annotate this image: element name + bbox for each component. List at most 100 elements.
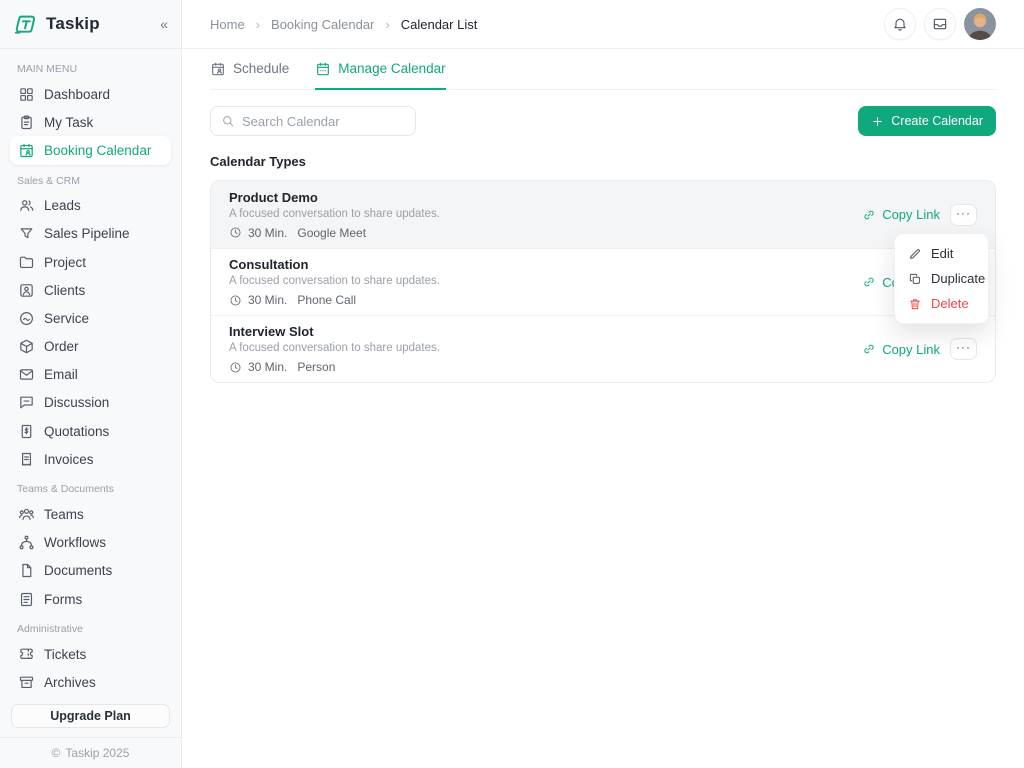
sidebar-item-documents[interactable]: Documents: [10, 557, 171, 585]
sidebar-item-workflows[interactable]: Workflows: [10, 529, 171, 557]
sidebar-item-settings[interactable]: Settings: [10, 697, 171, 701]
more-options-button[interactable]: ···: [950, 338, 977, 360]
tab-label: Manage Calendar: [338, 61, 445, 76]
sidebar-item-service[interactable]: Service: [10, 304, 171, 332]
copy-link-button[interactable]: Copy Link: [862, 342, 940, 357]
sidebar-item-discussion[interactable]: Discussion: [10, 389, 171, 417]
sidebar-item-archives[interactable]: Archives: [10, 668, 171, 696]
row-context-menu: Edit Duplicate Delete: [894, 233, 989, 324]
taskip-logo-icon: [13, 12, 38, 37]
calendar-list: Product Demo A focused conversation to s…: [210, 180, 996, 383]
create-calendar-button[interactable]: Create Calendar: [858, 106, 996, 136]
sidebar-item-clients[interactable]: Clients: [10, 276, 171, 304]
sidebar-item-tickets[interactable]: Tickets: [10, 640, 171, 668]
menu-item-duplicate[interactable]: Duplicate: [895, 266, 988, 291]
sidebar-item-sales-pipeline[interactable]: Sales Pipeline: [10, 220, 171, 248]
copy-link-button[interactable]: Copy Link: [862, 207, 940, 222]
calendar-title: Product Demo: [229, 190, 440, 205]
sidebar-item-quotations[interactable]: Quotations: [10, 417, 171, 445]
service-icon: [18, 310, 35, 327]
calendar-method: Phone Call: [297, 293, 356, 307]
client-card-icon: [18, 282, 35, 299]
clock-icon: [229, 226, 242, 239]
copyright-icon: ©: [52, 746, 61, 760]
inbox-button[interactable]: [924, 8, 956, 40]
sidebar-logo-row: Taskip «: [0, 0, 181, 49]
calendar-meta: 30 Min. Phone Call: [229, 293, 440, 307]
sidebar: Taskip « MAIN MENU Dashboard My Task Boo…: [0, 0, 182, 768]
sidebar-item-label: Project: [44, 255, 86, 270]
menu-item-edit[interactable]: Edit: [895, 241, 988, 266]
link-icon: [862, 275, 876, 289]
funnel-icon: [18, 225, 35, 242]
sidebar-item-my-task[interactable]: My Task: [10, 108, 171, 136]
sidebar-item-dashboard[interactable]: Dashboard: [10, 80, 171, 108]
breadcrumb-booking-calendar[interactable]: Booking Calendar: [271, 17, 374, 32]
calendar-duration: 30 Min.: [248, 226, 287, 240]
dashboard-icon: [18, 86, 35, 103]
calendar-meta: 30 Min. Google Meet: [229, 226, 440, 240]
calendar-meta: 30 Min. Person: [229, 360, 440, 374]
section-label-administrative: Administrative: [17, 623, 164, 635]
sidebar-item-leads[interactable]: Leads: [10, 192, 171, 220]
page-title: Calendar Types: [210, 154, 996, 169]
search-input[interactable]: [242, 114, 405, 129]
sidebar-item-invoices[interactable]: Invoices: [10, 445, 171, 473]
user-avatar[interactable]: [964, 8, 996, 40]
sidebar-item-label: Clients: [44, 283, 85, 298]
sidebar-nav: MAIN MENU Dashboard My Task Booking Cale…: [0, 49, 181, 701]
breadcrumb: Home › Booking Calendar › Calendar List: [210, 17, 477, 32]
sidebar-item-project[interactable]: Project: [10, 248, 171, 276]
sidebar-item-forms[interactable]: Forms: [10, 585, 171, 613]
calendar-description: A focused conversation to share updates.: [229, 208, 440, 220]
ticket-icon: [18, 646, 35, 663]
tab-bar: Schedule Manage Calendar: [210, 49, 996, 90]
sidebar-item-order[interactable]: Order: [10, 333, 171, 361]
row-info: Interview Slot A focused conversation to…: [229, 324, 440, 374]
sidebar-item-booking-calendar[interactable]: Booking Calendar: [10, 136, 171, 164]
sidebar-item-label: Documents: [44, 563, 112, 578]
sidebar-item-label: Booking Calendar: [44, 143, 151, 158]
sidebar-item-label: Dashboard: [44, 87, 110, 102]
calendar-duration: 30 Min.: [248, 360, 287, 374]
sidebar-collapse-button[interactable]: «: [160, 17, 168, 31]
sidebar-item-label: Invoices: [44, 452, 94, 467]
tab-schedule[interactable]: Schedule: [210, 49, 289, 90]
calendar-method: Person: [297, 360, 335, 374]
calendar-description: A focused conversation to share updates.: [229, 342, 440, 354]
plus-icon: [871, 115, 884, 128]
toolbar: Create Calendar: [210, 106, 996, 136]
people-group-icon: [18, 506, 35, 523]
breadcrumb-current: Calendar List: [401, 17, 478, 32]
envelope-icon: [18, 366, 35, 383]
sidebar-item-label: Leads: [44, 198, 81, 213]
upgrade-plan-button[interactable]: Upgrade Plan: [11, 704, 170, 728]
sidebar-item-label: Quotations: [44, 424, 109, 439]
more-options-button[interactable]: ···: [950, 204, 977, 226]
folder-icon: [18, 254, 35, 271]
footer-text: Taskip 2025: [65, 746, 129, 760]
notifications-button[interactable]: [884, 8, 916, 40]
calendar-user-icon: [18, 142, 35, 159]
clock-icon: [229, 294, 242, 307]
file-icon: [18, 562, 35, 579]
sidebar-item-teams[interactable]: Teams: [10, 500, 171, 528]
sidebar-item-email[interactable]: Email: [10, 361, 171, 389]
avatar-image: [964, 8, 996, 40]
quote-document-icon: [18, 423, 35, 440]
row-info: Product Demo A focused conversation to s…: [229, 190, 440, 240]
row-actions: Copy Link ···: [862, 338, 977, 360]
menu-item-delete[interactable]: Delete: [895, 291, 988, 316]
tab-manage-calendar[interactable]: Manage Calendar: [315, 49, 445, 90]
calendar-duration: 30 Min.: [248, 293, 287, 307]
breadcrumb-home[interactable]: Home: [210, 17, 245, 32]
sidebar-item-label: Order: [44, 339, 79, 354]
receipt-icon: [18, 451, 35, 468]
trash-icon: [908, 297, 922, 311]
link-icon: [862, 208, 876, 222]
create-calendar-label: Create Calendar: [891, 114, 983, 128]
row-info: Consultation A focused conversation to s…: [229, 257, 440, 307]
archive-icon: [18, 674, 35, 691]
workflow-icon: [18, 534, 35, 551]
sidebar-item-label: Teams: [44, 507, 84, 522]
